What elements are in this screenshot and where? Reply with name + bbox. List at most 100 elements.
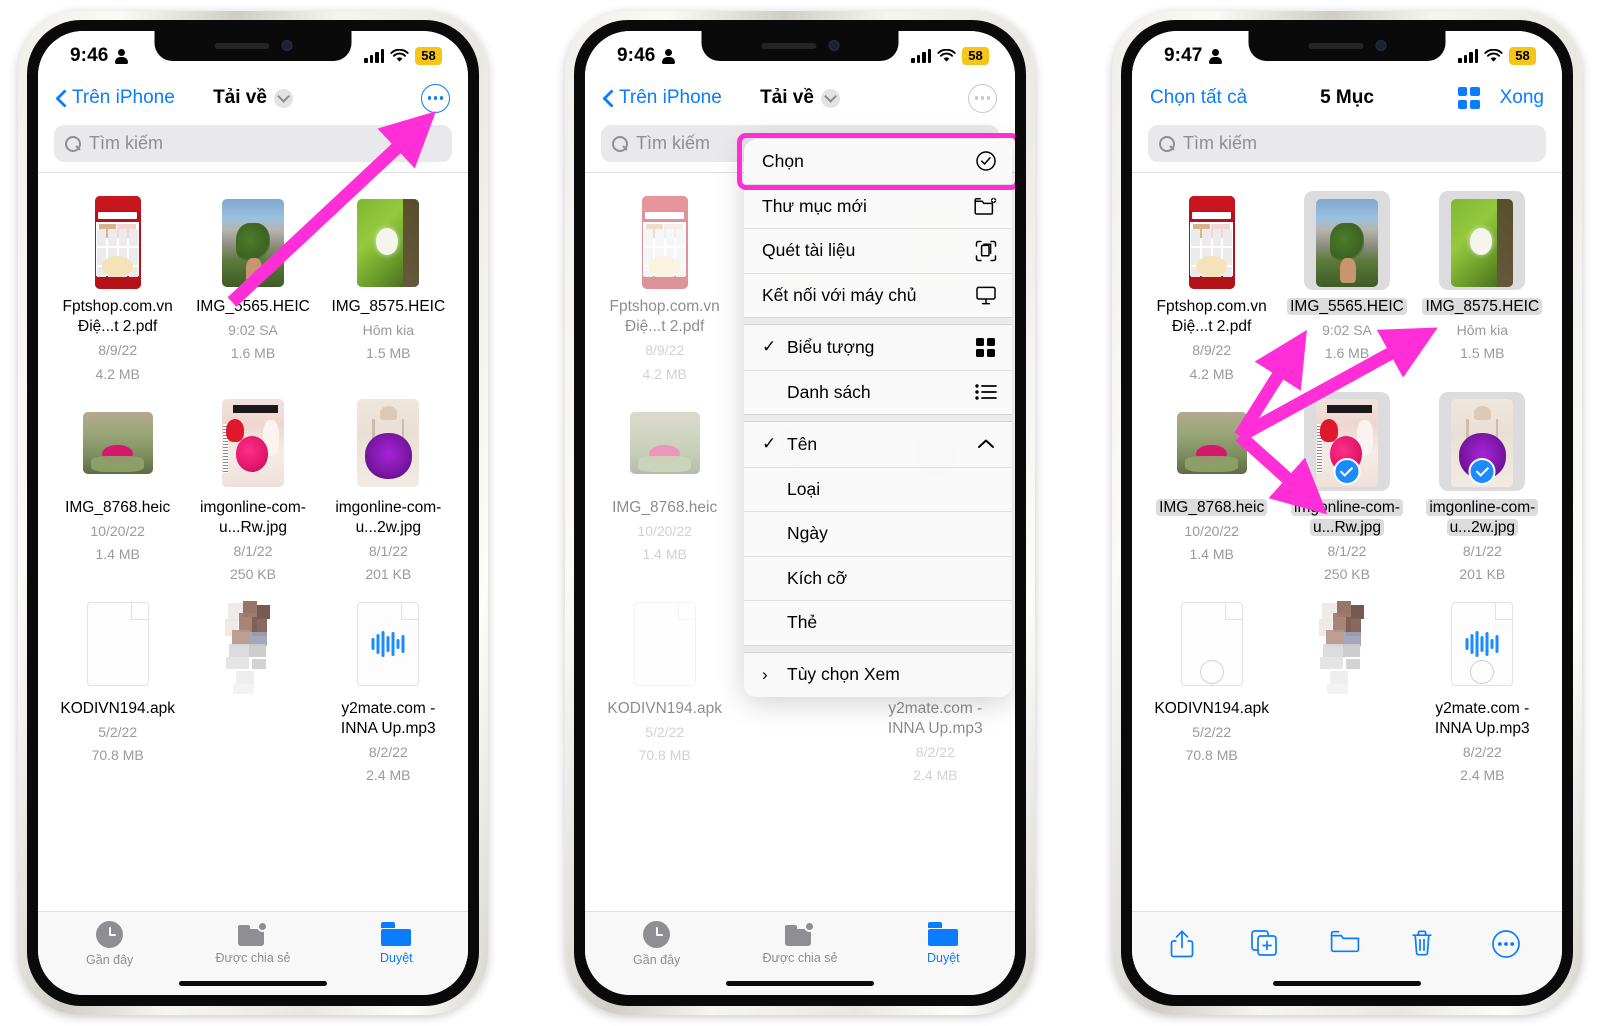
file-thumbnail <box>1451 198 1514 287</box>
context-menu: Chọn Thư mục mới Quét tài liệu Kết nối v… <box>744 139 1012 697</box>
new-folder-icon <box>974 195 997 218</box>
thumbnail-wrapper <box>353 597 423 692</box>
grid-view-icon[interactable] <box>1457 87 1480 109</box>
file-item[interactable]: Fptshop.com.vn Điệ...t 2.pdf 8/9/22 4.2 M… <box>50 189 185 384</box>
file-item[interactable]: y2mate.com - INNA Up.mp3 8/2/22 2.4 MB <box>321 591 456 786</box>
file-item[interactable]: imgonline-com-u...Rw.jpg 8/1/22 250 KB <box>1279 390 1414 585</box>
file-name: IMG_8575.HEIC <box>331 298 446 315</box>
trash-icon[interactable] <box>1410 929 1444 963</box>
file-item[interactable]: y2mate.com - INNA Up.mp3 8/2/22 2.4 MB <box>1415 591 1550 786</box>
search-input[interactable]: Tìm kiếm <box>54 125 452 162</box>
thumbnail-wrapper <box>1447 396 1517 491</box>
wifi-icon <box>390 49 409 63</box>
thumbnail-wrapper <box>83 195 153 290</box>
thumbnail-wrapper <box>82 396 153 491</box>
chevron-down-icon[interactable] <box>820 88 840 108</box>
menu-item-label: Kích cỡ <box>787 567 848 588</box>
tab-duyệt[interactable]: Duyệt <box>325 921 468 965</box>
file-item[interactable]: imgonline-com-u...Rw.jpg 8/1/22 250 KB <box>185 390 320 585</box>
file-name: IMG_8575.HEIC <box>1422 297 1543 317</box>
file-item[interactable] <box>185 591 320 786</box>
blurred-thumbnail <box>217 592 288 697</box>
file-item[interactable]: imgonline-com-u...2w.jpg 8/1/22 201 KB <box>1415 390 1550 585</box>
file-date: 9:02 SA <box>228 322 278 339</box>
chevron-down-icon[interactable] <box>273 88 293 108</box>
file-item[interactable]: IMG_8575.HEIC Hôm kia 1.5 MB <box>1415 189 1550 384</box>
more-icon[interactable] <box>1491 929 1525 963</box>
menu-item-tùy-chọn-xem[interactable]: › Tùy chọn Xem <box>744 653 1012 698</box>
move-to-folder-icon[interactable] <box>1330 929 1364 963</box>
menu-item-thư-mục-mới[interactable]: Thư mục mới <box>744 183 1012 229</box>
menu-item-quét-tài-liệu[interactable]: Quét tài liệu <box>744 228 1012 273</box>
page-title[interactable]: Tải về <box>213 87 293 109</box>
tab-gần-đây[interactable]: Gần đây <box>585 921 728 967</box>
file-item[interactable]: imgonline-com-u...2w.jpg 8/1/22 201 KB <box>321 390 456 585</box>
select-all-button[interactable]: Chọn tất cả <box>1150 87 1247 109</box>
home-indicator <box>1273 980 1421 986</box>
tab-label: Gần đây <box>86 953 134 967</box>
screenshot-stage: 9:46 58 Trên iPhone Tải về Tìm kiếm Fpts… <box>0 0 1600 1026</box>
file-browser-content: Fptshop.com.vn Điệ...t 2.pdf 8/9/22 4.2 M… <box>38 173 468 863</box>
menu-item-thẻ[interactable]: Thẻ <box>744 600 1012 645</box>
file-item[interactable]: IMG_5565.HEIC 9:02 SA 1.6 MB <box>185 189 320 384</box>
menu-item-biểu-tượng[interactable]: ✓ Biểu tượng <box>744 325 1012 370</box>
back-button[interactable]: Trên iPhone <box>603 87 722 109</box>
tab-label: Duyệt <box>379 951 413 965</box>
checkmark-icon: ✓ <box>762 434 777 454</box>
menu-item-label: Quét tài liệu <box>762 240 856 261</box>
file-item[interactable]: KODIVN194.apk 5/2/22 70.8 MB <box>1144 591 1279 786</box>
share-icon[interactable] <box>1169 929 1203 963</box>
tab-gần-đây[interactable]: Gần đây <box>38 921 181 967</box>
menu-item-kết-nối-với-máy-chủ[interactable]: Kết nối với máy chủ <box>744 272 1012 318</box>
file-item[interactable]: IMG_8768.heic 10/20/22 1.4 MB <box>1144 390 1279 585</box>
blurred-thumbnail <box>1311 592 1382 697</box>
tab-được-chia-sẻ[interactable]: Được chia sẻ <box>728 921 871 965</box>
file-item[interactable] <box>1279 591 1414 786</box>
file-date: 8/1/22 <box>233 543 273 560</box>
file-item[interactable]: Fptshop.com.vn Điệ...t 2.pdf 8/9/22 4.2 M… <box>1144 189 1279 384</box>
file-grid: Fptshop.com.vn Điệ...t 2.pdf 8/9/22 4.2 M… <box>1132 181 1562 786</box>
file-date: 8/2/22 <box>368 744 408 761</box>
thumbnail-wrapper <box>1447 597 1517 692</box>
search-input[interactable]: Tìm kiếm <box>1148 125 1546 162</box>
file-item[interactable]: IMG_8768.heic 10/20/22 1.4 MB <box>50 390 185 585</box>
menu-item-danh-sách[interactable]: Danh sách <box>744 369 1012 415</box>
more-button[interactable] <box>421 83 450 113</box>
battery-percent: 58 <box>1509 47 1536 65</box>
menu-item-loại[interactable]: Loại <box>744 466 1012 512</box>
server-icon <box>974 284 997 307</box>
menu-item-label: Chọn <box>762 150 804 171</box>
shared-folder-icon <box>237 921 268 946</box>
thumbnail-wrapper <box>217 592 288 697</box>
document-icon <box>86 602 149 687</box>
thumbnail-wrapper <box>218 195 288 290</box>
chevron-left-icon <box>603 89 614 107</box>
tab-duyệt[interactable]: Duyệt <box>872 921 1015 965</box>
search-icon <box>1159 135 1175 152</box>
status-time: 9:46 <box>70 45 109 66</box>
file-item[interactable]: IMG_5565.HEIC 9:02 SA 1.6 MB <box>1279 189 1414 384</box>
back-button[interactable]: Trên iPhone <box>56 87 175 109</box>
more-button[interactable] <box>968 83 997 113</box>
done-button[interactable]: Xong <box>1500 87 1544 109</box>
menu-item-chọn[interactable]: Chọn <box>744 139 1012 184</box>
status-right: 58 <box>911 47 989 65</box>
file-item[interactable]: KODIVN194.apk 5/2/22 70.8 MB <box>50 591 185 786</box>
file-name: KODIVN194.apk <box>1154 699 1269 717</box>
menu-item-kích-cỡ[interactable]: Kích cỡ <box>744 555 1012 601</box>
battery-percent: 58 <box>962 47 989 65</box>
menu-item-label: Thẻ <box>787 612 818 633</box>
checkmark-icon: ✓ <box>762 337 777 357</box>
tab-được-chia-sẻ[interactable]: Được chia sẻ <box>181 921 324 965</box>
file-size: 1.5 MB <box>366 345 411 362</box>
check-circle-icon <box>974 150 997 173</box>
file-date: 5/2/22 <box>98 723 138 740</box>
file-item[interactable]: IMG_8575.HEIC Hôm kia 1.5 MB <box>321 189 456 384</box>
search-area: Tìm kiếm <box>38 123 468 172</box>
file-name: Fptshop.com.vn Điệ...t 2.pdf <box>62 298 173 336</box>
file-name: IMG_5565.HEIC <box>196 298 310 315</box>
duplicate-icon[interactable] <box>1250 929 1284 963</box>
menu-item-tên[interactable]: ✓ Tên <box>744 422 1012 467</box>
page-title[interactable]: Tải về <box>760 87 840 109</box>
menu-item-ngày[interactable]: Ngày <box>744 511 1012 556</box>
